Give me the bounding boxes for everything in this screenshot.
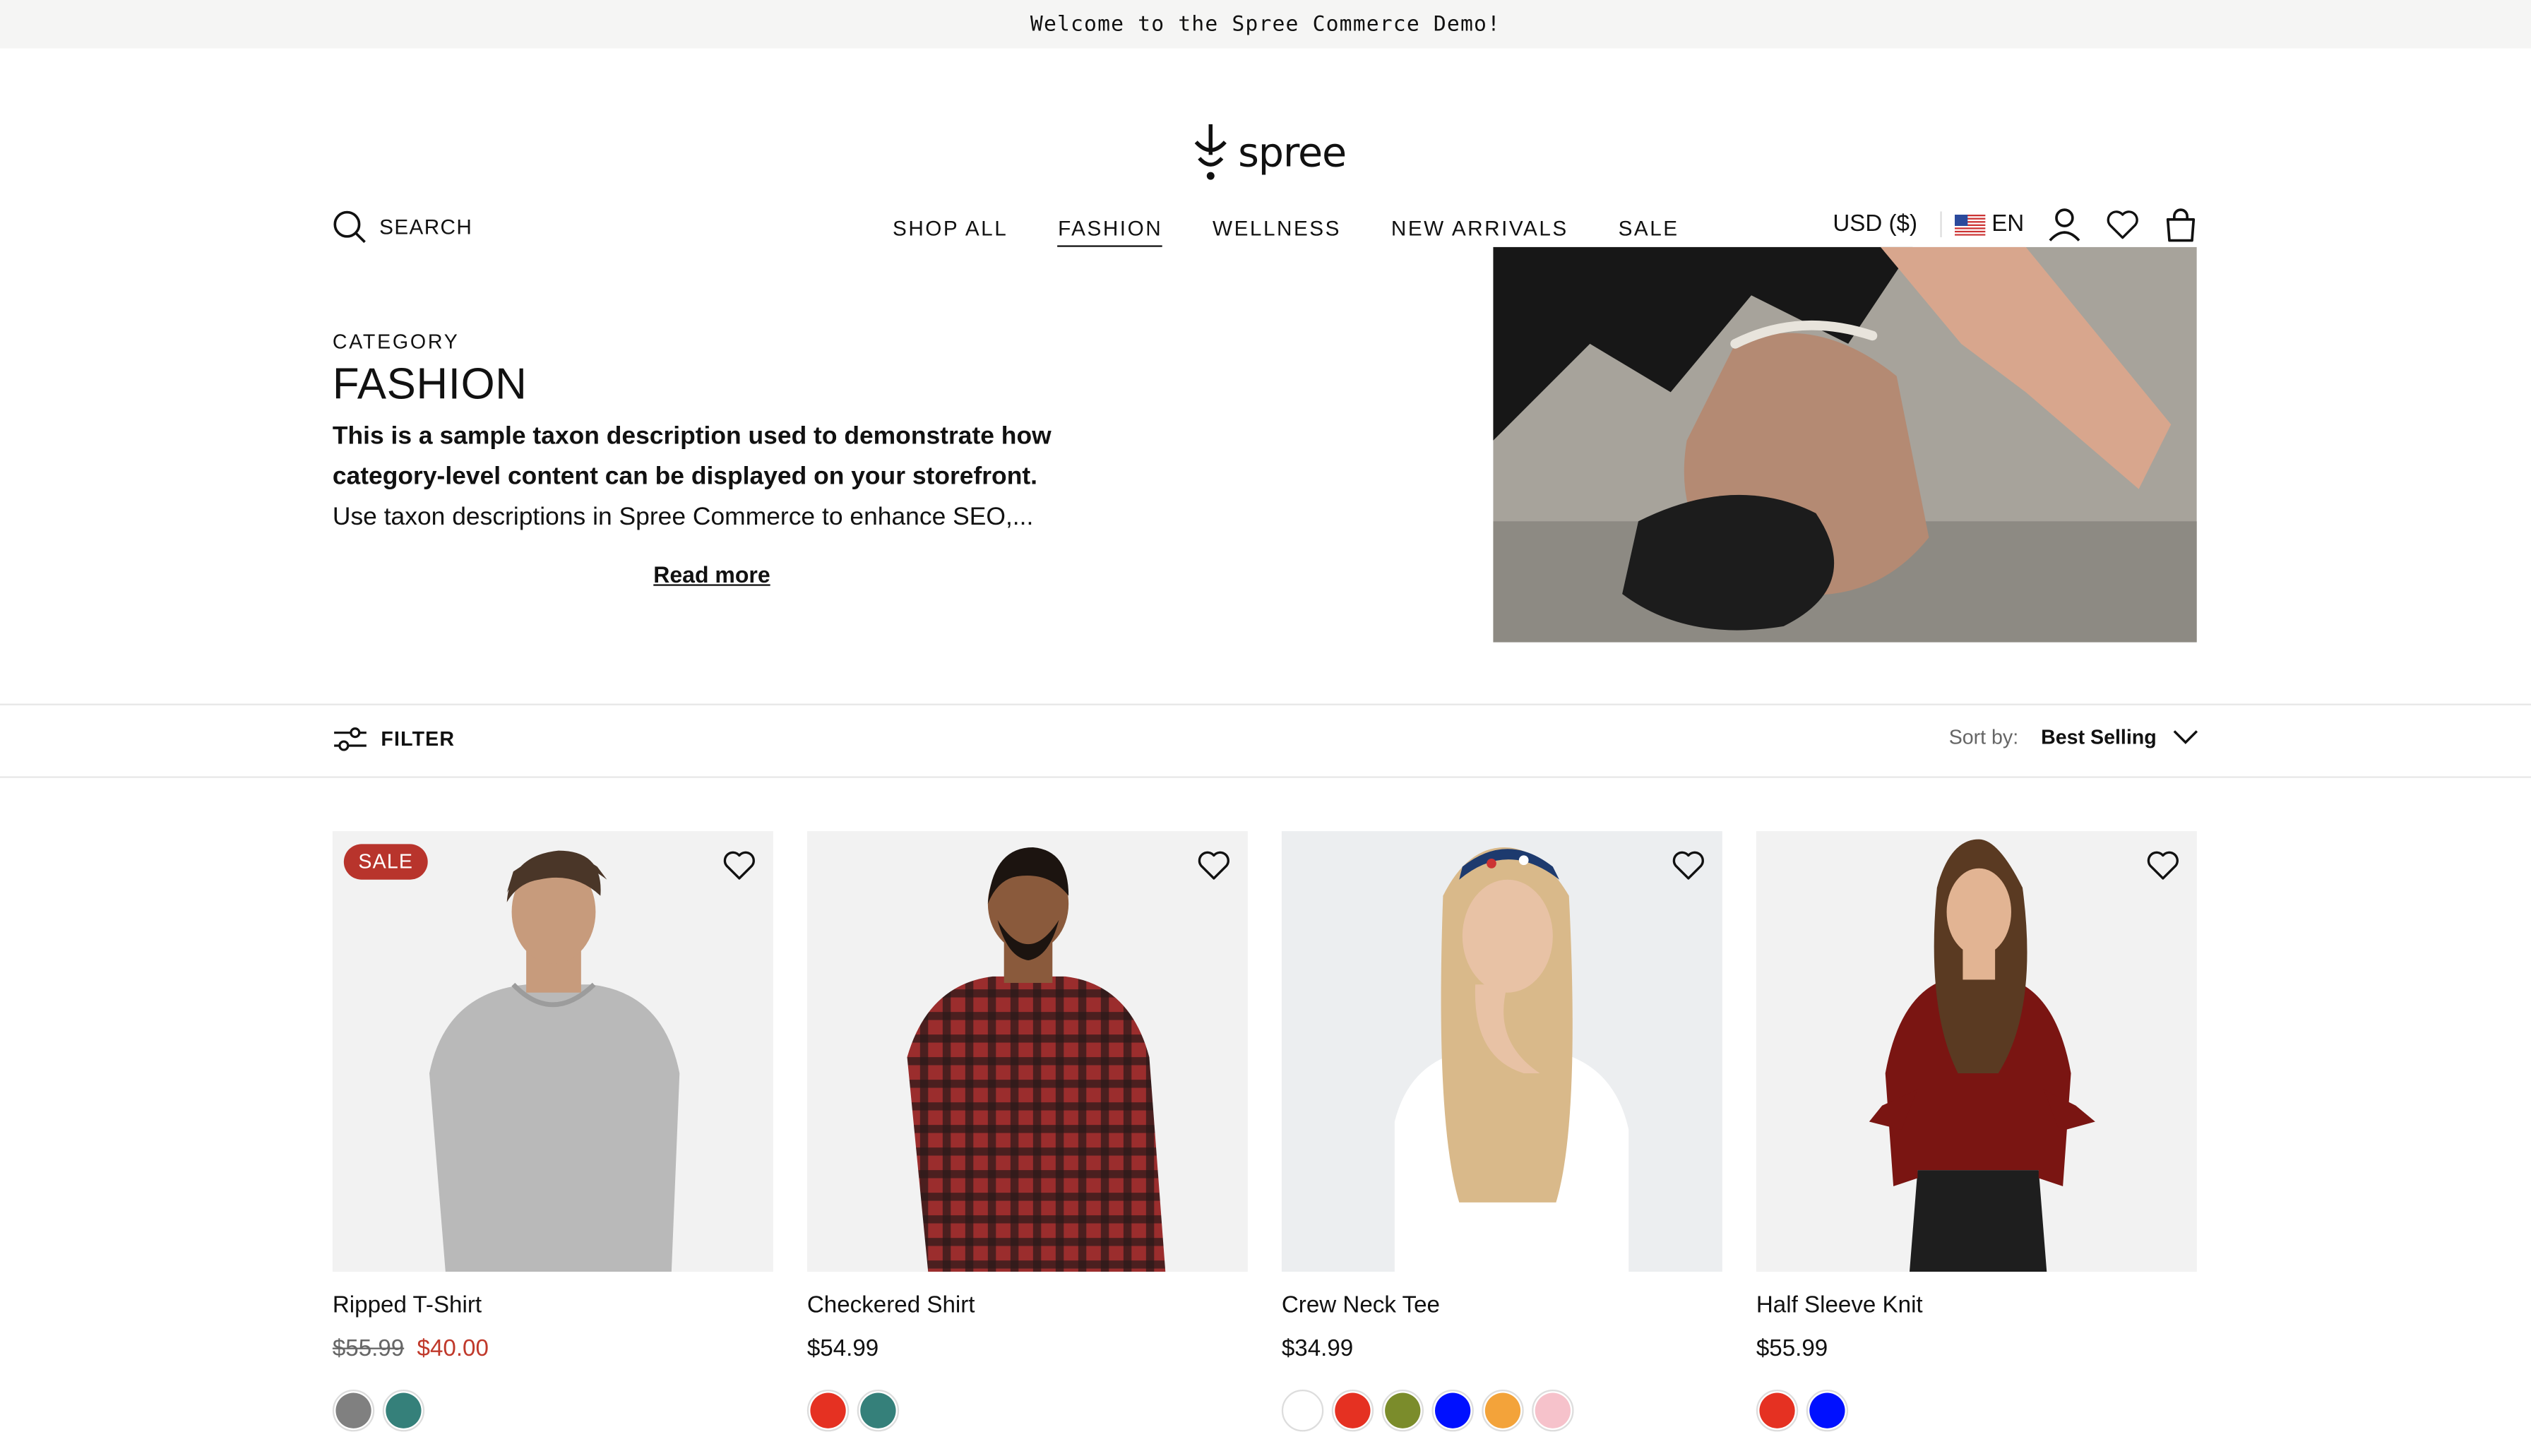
category-hero-image <box>1493 246 2197 643</box>
color-swatch[interactable] <box>332 1389 375 1432</box>
sale-badge: SALE <box>343 844 428 880</box>
wishlist-icon[interactable] <box>2105 207 2140 242</box>
account-icon[interactable] <box>2047 207 2082 242</box>
product-image[interactable] <box>1281 831 1722 1272</box>
price: $34.99 <box>1281 1336 1354 1363</box>
category-label: CATEGORY <box>332 330 460 354</box>
chevron-down-icon <box>2173 730 2198 744</box>
color-swatches <box>1281 1389 1722 1432</box>
color-swatches <box>1756 1389 2197 1432</box>
main-nav: SHOP ALL FASHION WELLNESS NEW ARRIVALS S… <box>893 216 1679 247</box>
color-swatch[interactable] <box>1331 1389 1374 1432</box>
color-swatch[interactable] <box>1482 1389 1524 1432</box>
heart-icon[interactable] <box>1671 847 1706 883</box>
search-label: SEARCH <box>379 214 473 239</box>
heart-icon[interactable] <box>1196 847 1232 883</box>
header-actions: USD ($) EN <box>1833 207 2198 242</box>
banner-text: Welcome to the Spree Commerce Demo! <box>1030 12 1501 37</box>
color-swatch[interactable] <box>1806 1389 1849 1432</box>
filter-sliders-icon <box>334 727 367 751</box>
nav-fashion[interactable]: FASHION <box>1058 216 1163 247</box>
sort-dropdown[interactable]: Best Selling <box>2041 727 2198 749</box>
product-price: $55.99 <box>1756 1337 2197 1363</box>
product-image[interactable] <box>806 831 1248 1272</box>
color-swatches <box>332 1389 773 1432</box>
search-button[interactable]: SEARCH <box>333 210 472 244</box>
cart-bag-icon[interactable] <box>2163 207 2198 242</box>
heart-icon[interactable] <box>2145 847 2181 883</box>
product-card[interactable]: SALE Ripped T-Shirt $55.99 $40.00 <box>332 831 773 1432</box>
price: $54.99 <box>806 1336 879 1363</box>
page-title: FASHION <box>332 359 528 409</box>
product-card[interactable]: Crew Neck Tee $34.99 <box>1281 831 1722 1432</box>
color-swatches <box>806 1389 1248 1432</box>
us-flag-icon <box>1954 213 1986 235</box>
product-photo <box>1756 831 2197 1272</box>
product-image[interactable] <box>1756 831 2197 1272</box>
language-label: EN <box>1991 211 2025 237</box>
sort-control: Sort by: Best Selling <box>1949 727 2198 749</box>
product-photo <box>1281 831 1722 1272</box>
product-image[interactable]: SALE <box>332 831 773 1272</box>
logo-text: spree <box>1238 128 1347 175</box>
page: Welcome to the Spree Commerce Demo! spre… <box>0 0 2531 1456</box>
product-name[interactable]: Crew Neck Tee <box>1282 1293 1722 1319</box>
color-swatch[interactable] <box>382 1389 425 1432</box>
filter-label: FILTER <box>381 727 455 751</box>
sort-value: Best Selling <box>2041 726 2157 749</box>
nav-new-arrivals[interactable]: NEW ARRIVALS <box>1391 216 1568 246</box>
price: $55.99 <box>1756 1336 1828 1363</box>
nav-sale[interactable]: SALE <box>1619 216 1679 246</box>
announcement-banner: Welcome to the Spree Commerce Demo! <box>0 0 2531 49</box>
category-description: Use taxon descriptions in Spree Commerce… <box>332 503 1034 531</box>
spree-logo-icon <box>1194 124 1227 180</box>
product-card[interactable]: Half Sleeve Knit $55.99 <box>1756 831 2197 1432</box>
currency-selector[interactable]: USD ($) <box>1833 211 1917 237</box>
logo[interactable]: spree <box>1193 123 1347 181</box>
category-description-bold: This is a sample taxon description used … <box>332 422 1052 491</box>
color-swatch[interactable] <box>1281 1389 1324 1432</box>
filter-button[interactable]: FILTER <box>333 727 455 753</box>
nav-shop-all[interactable]: SHOP ALL <box>893 216 1008 246</box>
product-name[interactable]: Checkered Shirt <box>807 1293 1248 1319</box>
sort-label: Sort by: <box>1948 726 2019 749</box>
color-swatch[interactable] <box>1381 1389 1424 1432</box>
heart-icon[interactable] <box>722 847 757 883</box>
product-name[interactable]: Half Sleeve Knit <box>1756 1293 2197 1319</box>
nav-wellness[interactable]: WELLNESS <box>1213 216 1341 246</box>
listing-toolbar: FILTER Sort by: Best Selling <box>0 703 2531 778</box>
hero-photo <box>1493 246 2197 643</box>
color-swatch[interactable] <box>857 1389 900 1432</box>
product-photo <box>332 831 773 1272</box>
product-card[interactable]: Checkered Shirt $54.99 <box>806 831 1248 1432</box>
original-price: $55.99 <box>332 1336 405 1363</box>
product-price: $34.99 <box>1282 1337 1722 1363</box>
product-name[interactable]: Ripped T-Shirt <box>333 1293 773 1319</box>
read-more-link[interactable]: Read more <box>333 561 1091 587</box>
product-photo <box>806 831 1248 1272</box>
color-swatch[interactable] <box>1532 1389 1574 1432</box>
color-swatch[interactable] <box>1431 1389 1474 1432</box>
language-selector[interactable]: EN <box>1940 211 2024 237</box>
search-icon <box>333 210 366 244</box>
category-hero-text: CATEGORY FASHION This is a sample taxon … <box>333 331 1091 587</box>
sale-price: $40.00 <box>417 1336 489 1363</box>
product-price: $54.99 <box>807 1337 1248 1363</box>
site-header: spree SEARCH SHOP ALL FASHION WELLNESS N… <box>0 49 2531 247</box>
color-swatch[interactable] <box>1756 1389 1799 1432</box>
product-grid: SALE Ripped T-Shirt $55.99 $40.00 Checke… <box>332 831 2197 1432</box>
product-price: $55.99 $40.00 <box>333 1337 773 1363</box>
color-swatch[interactable] <box>806 1389 850 1432</box>
